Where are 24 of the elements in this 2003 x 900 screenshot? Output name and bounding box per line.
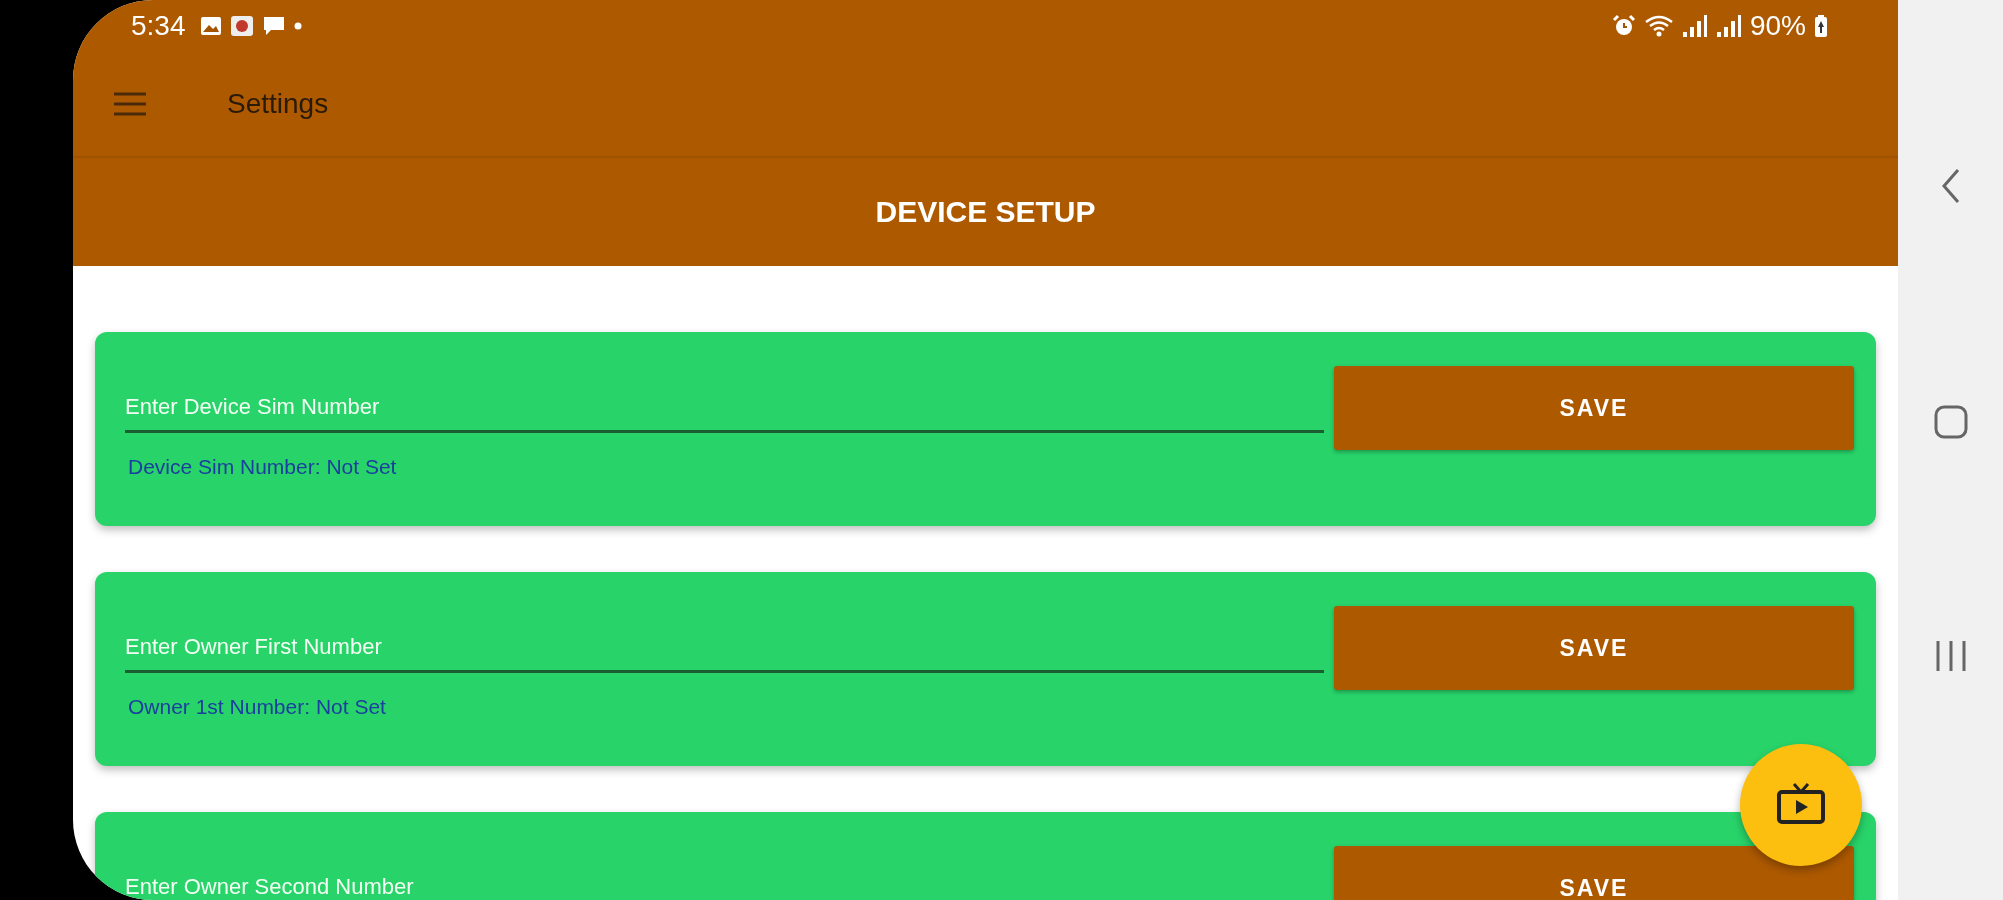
dot-icon — [293, 22, 302, 30]
menu-icon[interactable] — [113, 91, 147, 117]
signal-icon — [1681, 14, 1708, 38]
save-button[interactable]: SAVE — [1334, 366, 1854, 450]
message-icon — [261, 15, 286, 37]
home-icon[interactable] — [1932, 404, 1969, 440]
status-time: 5:34 — [131, 10, 186, 42]
signal-icon — [1715, 14, 1742, 38]
status-text: Owner 1st Number: Not Set — [127, 695, 387, 719]
back-icon[interactable] — [1940, 168, 1961, 204]
gallery-icon — [199, 16, 222, 36]
battery-percent: 90% — [1749, 10, 1806, 42]
battery-icon — [1814, 14, 1828, 38]
toolbar-title: Settings — [227, 88, 329, 120]
wifi-icon — [1643, 14, 1674, 38]
input-field[interactable]: Enter Owner Second Number — [125, 846, 1324, 900]
app-icon — [229, 15, 254, 37]
save-button[interactable]: SAVE — [1334, 846, 1854, 900]
section-title: DEVICE SETUP — [875, 195, 1096, 229]
input-field[interactable]: Enter Owner First Number — [125, 606, 1324, 673]
save-button[interactable]: SAVE — [1334, 606, 1854, 690]
input-field[interactable]: Enter Device Sim Number — [125, 366, 1324, 433]
alarm-icon — [1611, 14, 1636, 38]
status-text: Device Sim Number: Not Set — [127, 455, 398, 479]
